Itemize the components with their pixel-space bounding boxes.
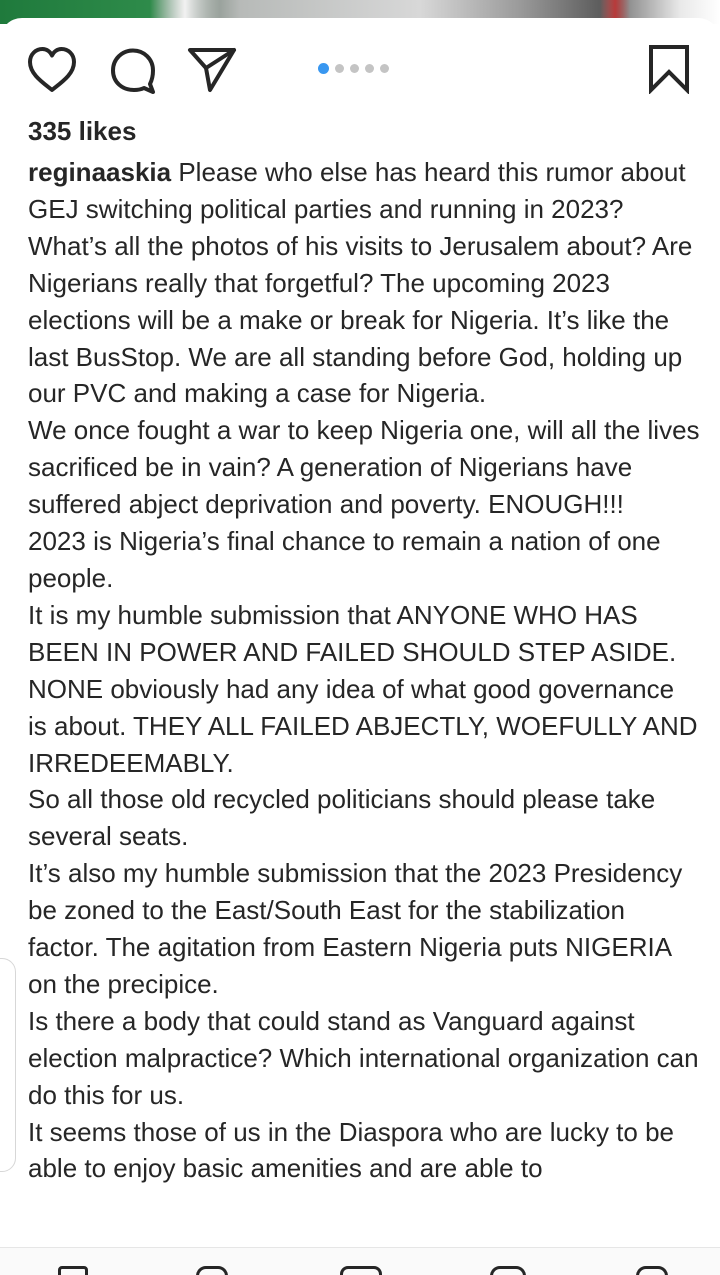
carousel-dot xyxy=(380,63,389,73)
caption-paragraph: It seems those of us in the Diaspora who… xyxy=(28,1116,675,1184)
caption-paragraph: It is my humble submission that ANYONE W… xyxy=(28,599,698,778)
caption-paragraph: It’s also my humble submission that the … xyxy=(28,858,683,999)
caption-text: Please who else has heard this rumor abo… xyxy=(28,157,693,409)
caption-paragraph: reginaaskia Please who else has heard th… xyxy=(28,154,700,412)
carousel-dot-active xyxy=(318,62,329,74)
comment-icon[interactable] xyxy=(108,46,158,96)
carousel-dot xyxy=(350,63,359,73)
like-count[interactable]: 335 likes xyxy=(28,116,136,147)
carousel-indicator xyxy=(318,62,389,74)
caption-paragraph: So all those old recycled politicians sh… xyxy=(28,784,656,852)
bookmark-icon[interactable] xyxy=(644,44,694,94)
side-panel-handle[interactable] xyxy=(0,958,16,1172)
carousel-dot xyxy=(335,63,344,73)
search-icon[interactable] xyxy=(196,1266,228,1275)
bottom-navigation-bar xyxy=(0,1248,720,1275)
username-link[interactable]: reginaaskia xyxy=(28,157,171,187)
activity-icon[interactable] xyxy=(490,1266,526,1275)
post-card: 335 likes reginaaskia Please who else ha… xyxy=(0,18,720,1247)
home-icon[interactable] xyxy=(58,1266,88,1275)
caption-paragraph: 2023 is Nigeria’s final chance to remain… xyxy=(28,526,661,593)
caption-paragraph: We once fought a war to keep Nigeria one… xyxy=(28,415,700,520)
new-post-icon[interactable] xyxy=(340,1266,382,1275)
carousel-dot xyxy=(365,63,374,73)
post-caption: reginaaskia Please who else has heard th… xyxy=(28,154,700,1187)
profile-icon[interactable] xyxy=(636,1266,668,1275)
heart-icon[interactable] xyxy=(26,46,78,94)
paper-plane-icon[interactable] xyxy=(186,44,238,94)
post-action-bar xyxy=(0,44,720,96)
caption-paragraph: Is there a body that could stand as Vang… xyxy=(28,1005,699,1110)
